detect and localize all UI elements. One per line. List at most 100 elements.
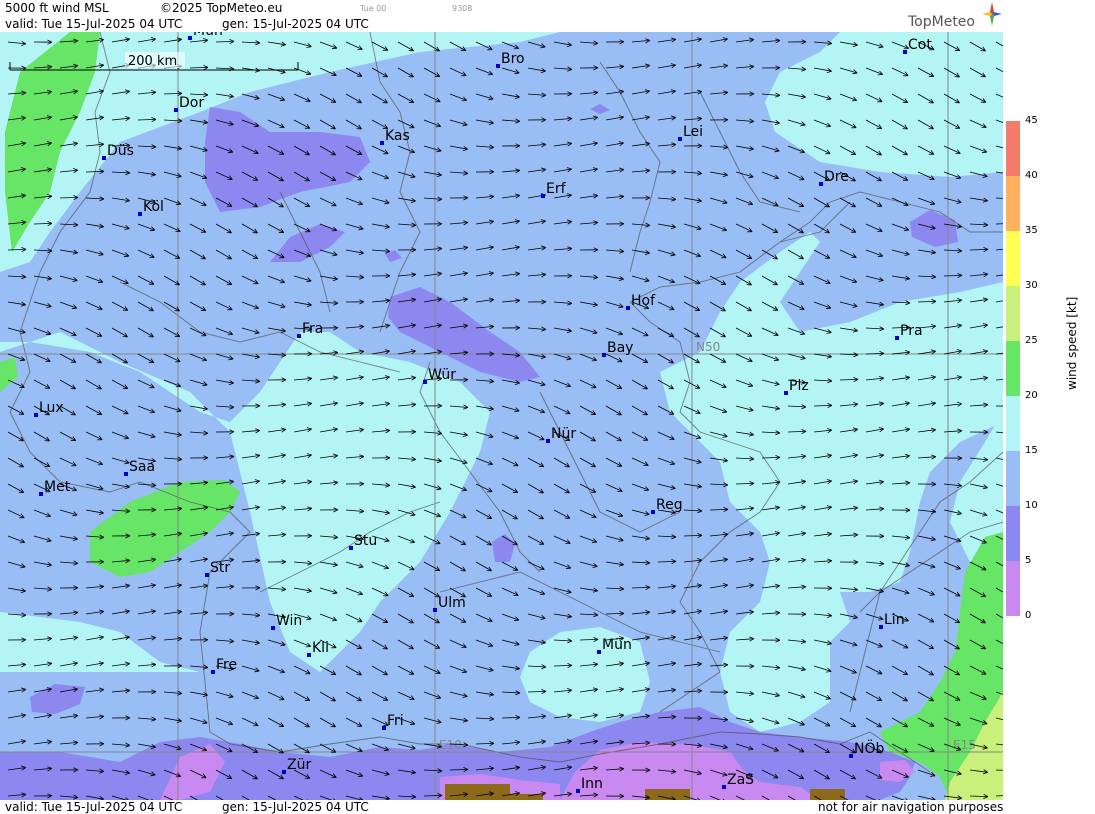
city-label: Wür <box>428 367 456 383</box>
city-dot <box>651 510 655 514</box>
city-label: Pra <box>900 323 923 339</box>
city-dot <box>205 573 209 577</box>
city-label: Zür <box>287 757 311 773</box>
city-marker: Dor <box>174 95 204 112</box>
header-bar: 5000 ft wind MSL ©2025 TopMeteo.eu Tue 0… <box>0 0 1003 32</box>
city-dot <box>496 64 500 68</box>
city-label: Lin <box>884 612 905 628</box>
city-dot <box>211 670 215 674</box>
city-dot <box>297 334 301 338</box>
footer-bar: valid: Tue 15-Jul-2025 04 UTC gen: 15-Ju… <box>0 800 1003 814</box>
city-marker: Reg <box>651 497 683 514</box>
city-marker: Bay <box>602 340 633 357</box>
grid-label-n50: N50 <box>696 340 720 354</box>
city-marker: Cot <box>903 37 932 54</box>
city-dot <box>784 391 788 395</box>
legend-panel: 45 40 35 30 25 20 15 10 5 0 wind speed [kt] <box>1003 0 1095 814</box>
city-label: Reg <box>656 497 683 513</box>
city-marker: Bro <box>496 51 525 68</box>
city-marker: Pra <box>895 323 923 340</box>
city-label: Cot <box>908 37 932 53</box>
city-label: Saa <box>129 459 155 475</box>
legend-tick: 45 <box>1025 115 1038 126</box>
city-marker: Saa <box>124 459 155 476</box>
city-label: Dor <box>179 95 204 111</box>
city-dot <box>102 156 106 160</box>
city-dot <box>597 650 601 654</box>
valid-time-text: valid: Tue 15-Jul-2025 04 UTC <box>5 17 183 31</box>
city-dot <box>849 754 853 758</box>
city-dot <box>626 306 630 310</box>
city-dot <box>380 141 384 145</box>
legend-tick: 5 <box>1025 555 1032 566</box>
city-marker: Lux <box>34 400 64 417</box>
city-label: Mün <box>602 637 632 653</box>
footer-generated-text: gen: 15-Jul-2025 04 UTC <box>222 800 369 814</box>
city-label: Lux <box>39 400 64 416</box>
run-label: Tue 00 <box>360 4 387 13</box>
city-marker: Nür <box>546 426 576 443</box>
city-label: Bro <box>501 51 525 67</box>
city-label: Inn <box>581 776 603 792</box>
city-marker: Ulm <box>433 595 466 612</box>
city-marker: Hof <box>626 293 656 310</box>
city-dot <box>541 194 545 198</box>
city-dot <box>382 726 386 730</box>
city-marker: NÖb <box>849 739 884 758</box>
topmeteo-logo[interactable]: TopMeteo <box>908 14 975 30</box>
city-marker: Kas <box>380 128 410 145</box>
legend-tick: 30 <box>1025 280 1038 291</box>
city-label: Mün <box>193 32 223 39</box>
city-dot <box>271 626 275 630</box>
city-marker: Dre <box>819 169 849 186</box>
city-dot <box>174 108 178 112</box>
city-label: Fra <box>302 321 323 337</box>
city-dot <box>678 137 682 141</box>
legend-tick: 20 <box>1025 390 1038 401</box>
city-label: Dre <box>824 169 849 185</box>
footer-valid-text: valid: Tue 15-Jul-2025 04 UTC <box>5 800 183 814</box>
city-label: Str <box>210 560 230 576</box>
city-dot <box>282 770 286 774</box>
city-dot <box>39 492 43 496</box>
city-label: NÖb <box>854 739 884 757</box>
legend-color-bar <box>1006 121 1020 616</box>
city-dot <box>879 625 883 629</box>
city-marker: Zür <box>282 757 311 774</box>
grid-label-e15: E15 <box>953 738 976 752</box>
legend-tick: 15 <box>1025 445 1038 456</box>
code-label: 9308 <box>452 4 473 13</box>
city-dot <box>722 785 726 789</box>
disclaimer-text: not for air navigation purposes <box>818 800 1004 814</box>
product-title: 5000 ft wind MSL <box>5 1 109 15</box>
city-dot <box>138 212 142 216</box>
city-label: Düs <box>107 143 134 159</box>
city-dot <box>819 182 823 186</box>
city-dot <box>895 336 899 340</box>
copyright-text: ©2025 TopMeteo.eu <box>160 1 283 15</box>
city-dot <box>124 472 128 476</box>
city-dot <box>307 653 311 657</box>
city-label: Bay <box>607 340 633 356</box>
city-marker: Inn <box>576 776 603 793</box>
city-dot <box>903 50 907 54</box>
generated-time-text: gen: 15-Jul-2025 04 UTC <box>222 17 369 31</box>
city-label: Met <box>44 479 71 495</box>
city-dot <box>423 380 427 384</box>
legend-title: wind speed [kt] <box>1065 296 1079 390</box>
city-label: Fri <box>387 713 404 729</box>
city-label: Köl <box>143 199 164 215</box>
city-marker: Wür <box>423 367 456 384</box>
city-dot <box>433 608 437 612</box>
city-marker: Stu <box>349 533 377 550</box>
city-dot <box>349 546 353 550</box>
city-marker: Mün <box>188 32 223 40</box>
city-dot <box>188 36 192 40</box>
wind-map[interactable]: N50 E10 E15 200 km Mün Bro Cot Dor Kas Lei Düs… <box>0 32 1003 800</box>
city-label: Kli <box>312 640 329 656</box>
city-label: Hof <box>631 293 656 309</box>
legend-tick: 25 <box>1025 335 1038 346</box>
city-label: ZaS <box>727 772 754 788</box>
city-label: Stu <box>354 533 377 549</box>
city-label: Nür <box>551 426 576 442</box>
